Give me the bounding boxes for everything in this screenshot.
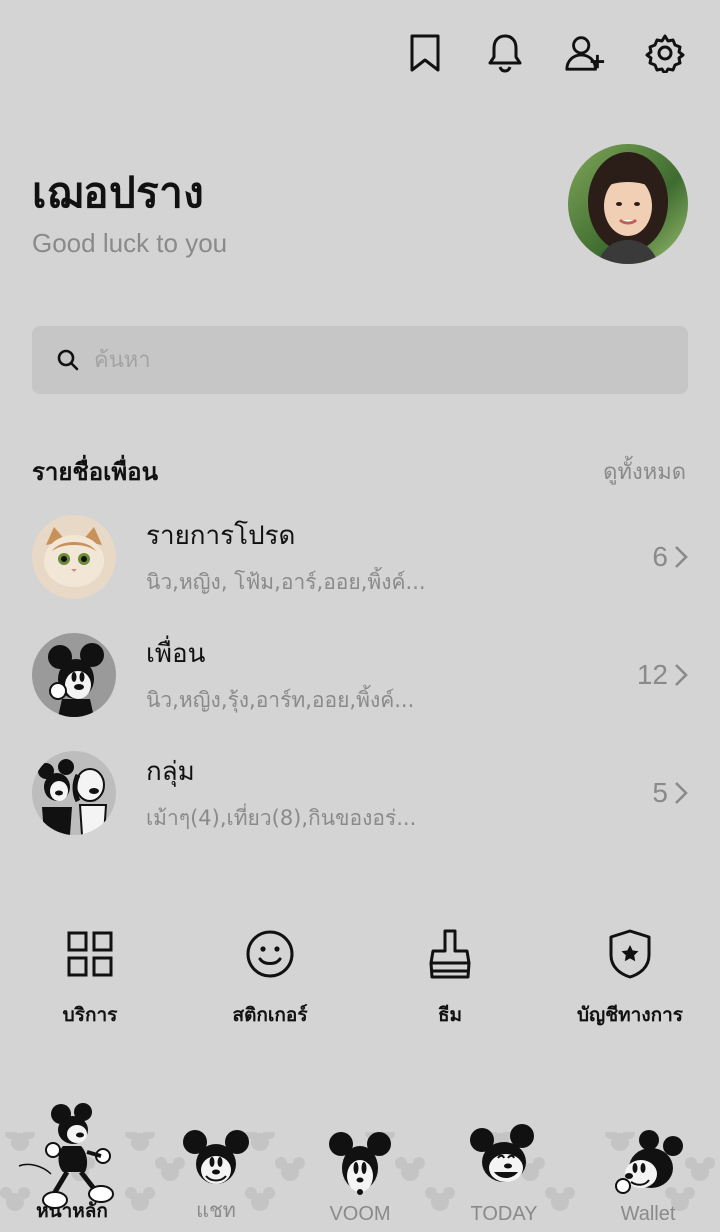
search-bar[interactable] xyxy=(32,326,688,394)
search-input[interactable] xyxy=(94,347,634,373)
service-label: บริการ xyxy=(62,1004,118,1026)
service-label: บัญชีทางการ xyxy=(577,1004,683,1026)
mickey-laughing-icon xyxy=(470,1124,534,1182)
mickey-side-icon xyxy=(615,1130,683,1194)
nav-voom[interactable]: VOOM xyxy=(288,1102,432,1232)
friend-group-groups[interactable]: กลุ่ม เม้าๆ(4),เที่ยว(8),กินของอร่... 5 xyxy=(32,748,688,838)
cat-avatar xyxy=(32,515,116,599)
service-label: ธีม xyxy=(437,1004,463,1026)
nav-label: แชท xyxy=(196,1200,236,1222)
chevron-right-icon xyxy=(675,664,688,686)
profile-avatar[interactable] xyxy=(568,144,688,264)
mickey-avatar xyxy=(32,633,116,717)
nav-wallet[interactable]: Wallet xyxy=(576,1102,720,1232)
friends-section-title: รายชื่อเพื่อน xyxy=(32,458,158,486)
service-services[interactable]: บริการ xyxy=(0,924,180,1030)
bottom-nav: หน้าหลัก แชท VOOM TODAY Wallet xyxy=(0,1102,720,1232)
nav-label: Wallet xyxy=(620,1203,676,1225)
nav-label: TODAY xyxy=(470,1203,538,1225)
friend-group-subtitle: เม้าๆ(4),เที่ยว(8),กินของอร่... xyxy=(146,806,417,830)
smiley-icon xyxy=(240,924,300,984)
gear-icon[interactable] xyxy=(644,32,686,74)
service-stickers[interactable]: สติกเกอร์ xyxy=(180,924,360,1030)
friend-group-count: 5 xyxy=(652,777,688,809)
brush-icon xyxy=(420,924,480,984)
profile-name[interactable]: เฌอปราง xyxy=(32,160,204,226)
friend-group-friends[interactable]: เพื่อน นิว,หญิง,รุ้ง,อาร์ท,ออย,พิ้งค์...… xyxy=(32,630,688,720)
nav-today[interactable]: TODAY xyxy=(432,1102,576,1232)
friend-group-title: กลุ่ม xyxy=(146,757,195,787)
add-friend-icon[interactable] xyxy=(564,32,606,74)
friend-group-favorites[interactable]: รายการโปรด นิว,หญิง, โฟ้ม,อาร์,ออย,พิ้งค… xyxy=(32,512,688,602)
nav-home[interactable]: หน้าหลัก xyxy=(0,1102,144,1232)
service-label: สติกเกอร์ xyxy=(232,1004,308,1026)
nav-chats[interactable]: แชท xyxy=(144,1102,288,1232)
friend-group-subtitle: นิว,หญิง,รุ้ง,อาร์ท,ออย,พิ้งค์... xyxy=(146,688,415,712)
profile-status-message[interactable]: Good luck to you xyxy=(32,228,227,259)
bell-icon[interactable] xyxy=(484,32,526,74)
mickey-face-icon xyxy=(329,1132,391,1195)
count-value: 12 xyxy=(636,659,668,690)
count-value: 5 xyxy=(652,777,668,808)
count-value: 6 xyxy=(652,541,668,572)
bookmark-icon[interactable] xyxy=(404,32,446,74)
service-themes[interactable]: ธีม xyxy=(360,924,540,1030)
friend-group-title: รายการโปรด xyxy=(146,521,296,551)
friend-group-count: 12 xyxy=(637,659,688,691)
friend-group-title: เพื่อน xyxy=(146,639,206,669)
nav-label: VOOM xyxy=(329,1203,391,1225)
mickey-face-icon xyxy=(183,1130,249,1184)
chevron-right-icon xyxy=(675,546,688,568)
grid-icon xyxy=(60,924,120,984)
shield-star-icon xyxy=(600,924,660,984)
mickey-pluto-avatar xyxy=(32,751,116,835)
see-all-link[interactable]: ดูทั้งหมด xyxy=(603,454,686,489)
mickey-walking-icon xyxy=(18,1103,114,1209)
friend-group-count: 6 xyxy=(652,541,688,573)
services-row: บริการ สติกเกอร์ ธีม บัญชีทางการ xyxy=(0,924,720,1030)
search-icon xyxy=(57,349,79,371)
header-actions xyxy=(404,32,686,74)
chevron-right-icon xyxy=(675,782,688,804)
friend-group-subtitle: นิว,หญิง, โฟ้ม,อาร์,ออย,พิ้งค์... xyxy=(146,570,426,594)
service-official-accounts[interactable]: บัญชีทางการ xyxy=(540,924,720,1030)
